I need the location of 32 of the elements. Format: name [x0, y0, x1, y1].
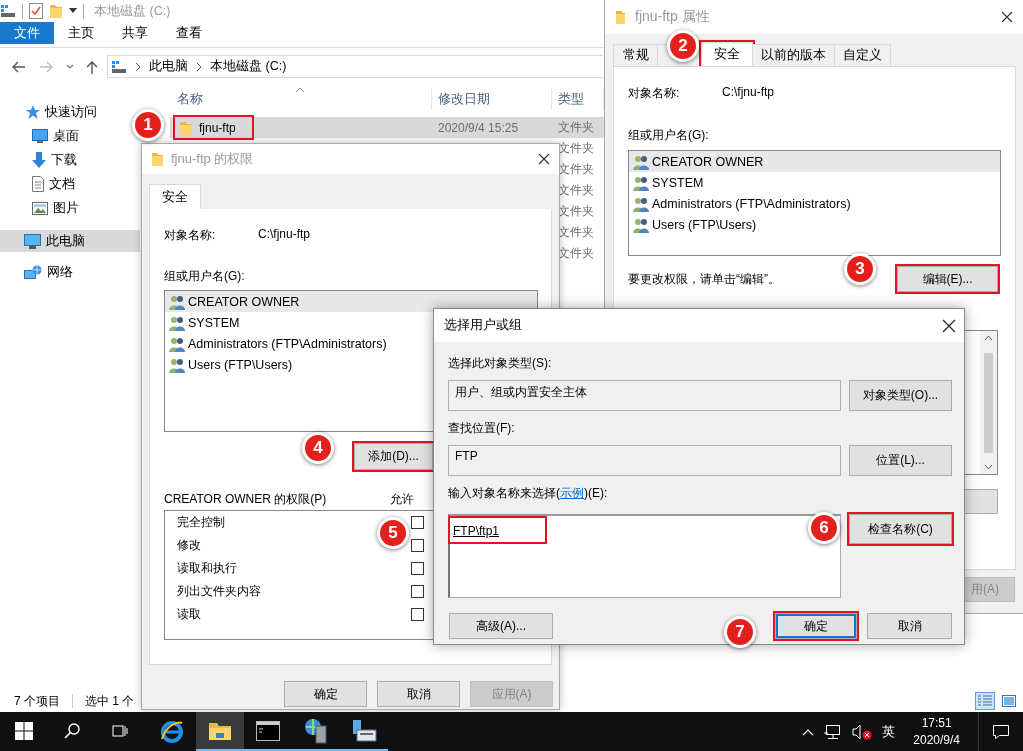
status-text: 7 个项目	[14, 692, 60, 710]
file-type: 文件夹	[558, 204, 594, 218]
file-type: 文件夹	[558, 120, 594, 134]
object-type-field: 用户、组或内置安全主体	[448, 380, 841, 411]
field-label: 对象名称:	[164, 227, 217, 244]
object-path: C:\fjnu-ftp	[258, 227, 311, 243]
field-label: CREATOR OWNER 的权限(P)	[164, 491, 328, 508]
clock-date: 2020/9/4	[913, 731, 960, 749]
permission-name: 读取和执行	[177, 560, 237, 577]
field-label: 查找位置(F):	[448, 420, 516, 436]
permission-name: 完全控制	[177, 514, 225, 531]
file-type: 文件夹	[558, 246, 594, 260]
status-text: 选中 1 个	[85, 692, 135, 710]
field-label: 组或用户名(G):	[628, 127, 710, 144]
permission-name: 列出文件夹内容	[177, 583, 261, 600]
window-title: fjnu-ftp 的权限	[171, 150, 254, 168]
window-title: 选择用户或组	[444, 317, 522, 334]
window-title: 本地磁盘 (C:)	[94, 2, 171, 20]
object-path: C:\fjnu-ftp	[722, 85, 775, 101]
field-label: 选择此对象类型(S):	[448, 355, 553, 371]
hint-text: 要更改权限，请单击“编辑”。	[628, 270, 780, 288]
field-label: 组或用户名(G):	[164, 268, 246, 285]
field-label: 对象名称:	[628, 85, 681, 102]
permission-name: 读取	[177, 606, 201, 623]
window-title: fjnu-ftp 属性	[635, 8, 710, 26]
entered-name: FTP\ftp1	[450, 518, 545, 542]
column-header: 允许	[390, 491, 414, 508]
location-field: FTP	[448, 445, 841, 476]
clock-time: 17:51	[921, 714, 952, 732]
field-label: 输入对象名称来选择(示例)(E):	[448, 485, 609, 501]
permission-name: 修改	[177, 537, 201, 554]
modified-date: 2020/9/4 15:25	[438, 120, 519, 135]
